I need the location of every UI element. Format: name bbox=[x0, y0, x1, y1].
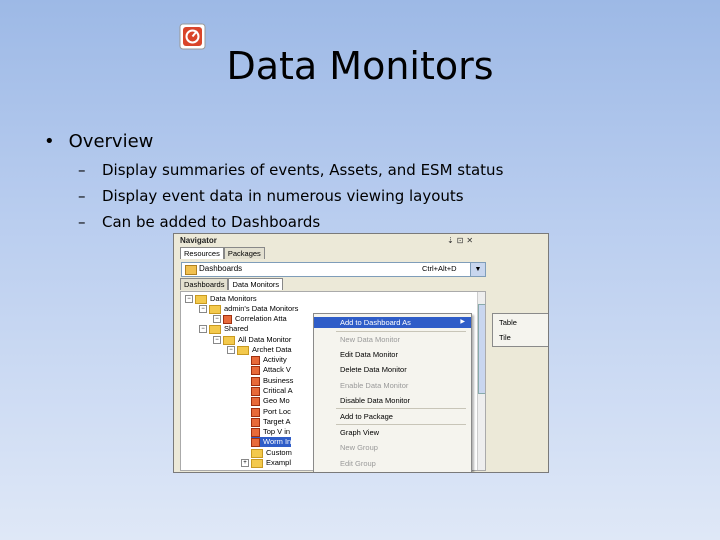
folder-icon bbox=[195, 294, 207, 304]
collapse-icon: − bbox=[213, 336, 221, 345]
tree-item[interactable]: Top V in bbox=[251, 427, 290, 437]
folder-icon bbox=[209, 324, 221, 334]
menu-item-graph-view[interactable]: Graph View bbox=[340, 428, 379, 437]
menu-item-new-data-monitor[interactable]: New Data Monitor bbox=[340, 335, 400, 344]
data-monitor-icon bbox=[251, 396, 260, 406]
dashboard-layout-submenu: Table Tile bbox=[492, 313, 548, 347]
sub-bullet: – Can be added to Dashboards bbox=[78, 213, 321, 231]
tree-item[interactable]: − admin's Data Monitors bbox=[199, 304, 298, 314]
folder-icon bbox=[209, 304, 221, 314]
menu-divider bbox=[336, 408, 466, 409]
slide-title: Data Monitors bbox=[226, 44, 494, 88]
submenu-arrow-icon: ▶ bbox=[460, 319, 465, 325]
sub-bullet: – Display summaries of events, Assets, an… bbox=[78, 161, 504, 179]
collapse-icon: − bbox=[199, 325, 207, 334]
menu-item-add-to-package[interactable]: Add to Package bbox=[340, 412, 393, 421]
resource-type-select[interactable]: Dashboards Ctrl+Alt+D ▼ bbox=[181, 262, 486, 277]
tree-item[interactable]: − All Data Monitor bbox=[213, 335, 291, 345]
collapse-icon: − bbox=[185, 295, 193, 304]
window-controls: ⇣⊡✕ bbox=[447, 236, 476, 245]
data-monitor-icon bbox=[251, 365, 260, 375]
close-icon[interactable]: ✕ bbox=[466, 236, 476, 245]
navigator-screenshot: Navigator ⇣⊡✕ Resources Packages Dashboar… bbox=[173, 233, 549, 473]
submenu-item-table[interactable]: Table bbox=[499, 318, 517, 327]
tab-packages[interactable]: Packages bbox=[223, 247, 265, 259]
chevron-down-icon[interactable]: ▼ bbox=[470, 263, 485, 276]
tree-item[interactable]: Target A bbox=[251, 417, 291, 427]
bullet-label: Overview bbox=[68, 131, 154, 152]
restore-icon[interactable]: ⊡ bbox=[457, 236, 467, 245]
navigator-tabs: Resources Packages bbox=[180, 247, 265, 259]
select-shortcut: Ctrl+Alt+D bbox=[422, 264, 457, 273]
tree-item[interactable]: Port Loc bbox=[251, 407, 291, 417]
collapse-icon: − bbox=[227, 346, 235, 355]
collapse-icon: − bbox=[213, 315, 221, 324]
folder-icon bbox=[223, 335, 235, 345]
data-monitor-icon bbox=[251, 417, 260, 427]
tree-item-selected[interactable]: Worm In bbox=[251, 437, 292, 447]
tab-resources[interactable]: Resources bbox=[180, 247, 224, 259]
expand-icon: + bbox=[241, 459, 249, 468]
menu-item-delete-data-monitor[interactable]: Delete Data Monitor bbox=[340, 365, 407, 374]
tree-item[interactable]: Attack V bbox=[251, 365, 291, 375]
folder-icon bbox=[237, 345, 249, 355]
tree-item[interactable]: Custom bbox=[251, 448, 292, 458]
data-monitor-icon bbox=[251, 407, 260, 417]
resource-sub-tabs: Dashboards Data Monitors bbox=[180, 278, 284, 290]
tree-scrollbar[interactable] bbox=[477, 292, 485, 470]
navigator-title: Navigator bbox=[180, 236, 217, 245]
menu-divider bbox=[336, 424, 466, 425]
submenu-item-tile[interactable]: Tile bbox=[499, 333, 511, 342]
select-value: Dashboards bbox=[199, 264, 243, 273]
folder-icon bbox=[251, 448, 263, 458]
tab-dashboards[interactable]: Dashboards bbox=[180, 278, 229, 290]
data-monitor-icon bbox=[251, 355, 260, 365]
menu-item-new-group[interactable]: New Group bbox=[340, 443, 378, 452]
menu-item-edit-data-monitor[interactable]: Edit Data Monitor bbox=[340, 350, 398, 359]
menu-divider bbox=[336, 331, 466, 332]
menu-item-add-to-dashboard-as[interactable]: Add to Dashboard As ▶ bbox=[314, 317, 471, 328]
scrollbar-thumb[interactable] bbox=[478, 304, 485, 394]
tab-data-monitors[interactable]: Data Monitors bbox=[228, 278, 284, 290]
bullet-marker: • bbox=[44, 131, 55, 152]
collapse-icon: − bbox=[199, 305, 207, 314]
tree-item[interactable]: Geo Mo bbox=[251, 396, 290, 406]
tree-item[interactable]: Critical A bbox=[251, 386, 293, 396]
tree-item[interactable]: Activity bbox=[251, 355, 287, 365]
data-monitor-icon bbox=[251, 386, 260, 396]
menu-item-edit-group[interactable]: Edit Group bbox=[340, 459, 376, 468]
tree-item[interactable]: − Shared bbox=[199, 324, 248, 334]
data-monitor-icon bbox=[251, 437, 260, 447]
data-monitor-icon bbox=[251, 427, 260, 437]
tree-item[interactable]: − Archet Data bbox=[227, 345, 292, 355]
dashboard-icon bbox=[185, 265, 197, 275]
tree-item[interactable]: + Exampl bbox=[241, 458, 291, 468]
tree-item[interactable]: Business bbox=[251, 376, 293, 386]
data-monitor-icon bbox=[223, 314, 232, 324]
data-monitor-icon bbox=[251, 376, 260, 386]
menu-item-enable-data-monitor[interactable]: Enable Data Monitor bbox=[340, 381, 408, 390]
context-menu: Add to Dashboard As ▶ New Data Monitor Ed… bbox=[313, 313, 472, 472]
tree-item[interactable]: − Correlation Atta bbox=[213, 314, 287, 324]
bullet-overview: • Overview bbox=[44, 131, 153, 152]
menu-item-disable-data-monitor[interactable]: Disable Data Monitor bbox=[340, 396, 410, 405]
folder-icon bbox=[251, 458, 263, 468]
sub-bullet: – Display event data in numerous viewing … bbox=[78, 187, 464, 205]
tree-item[interactable]: − Data Monitors bbox=[185, 294, 257, 304]
minimize-icon[interactable]: ⇣ bbox=[447, 236, 457, 245]
